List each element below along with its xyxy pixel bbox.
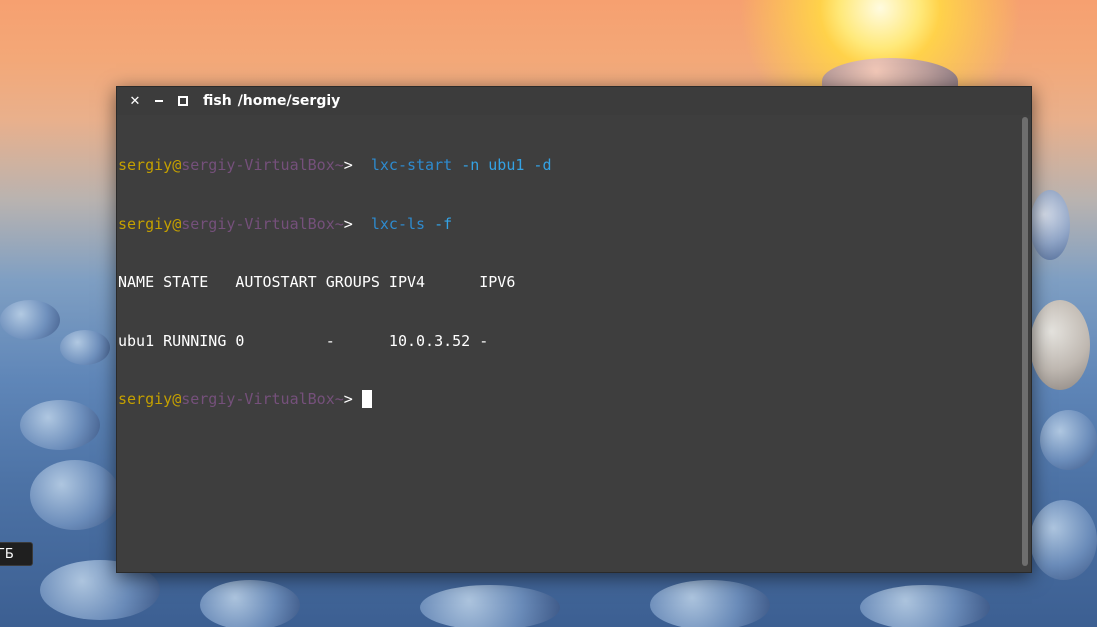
prompt-at: @: [172, 390, 182, 408]
pebble: [30, 460, 120, 530]
command-args: -f: [434, 214, 453, 233]
pebble: [60, 330, 110, 365]
pebble: [860, 585, 990, 627]
pebble: [200, 580, 300, 627]
titlebar[interactable]: ✕ fish/home/sergiy: [117, 87, 1031, 115]
prompt-symbol: >: [343, 156, 353, 174]
prompt-at: @: [172, 156, 182, 174]
window-title: fish/home/sergiy: [203, 93, 340, 109]
prompt-symbol: >: [343, 214, 353, 233]
terminal-line: sergiy@sergiy-VirtualBox~> lxc-start -n …: [118, 156, 1019, 176]
prompt-host: sergiy-VirtualBox: [181, 214, 335, 233]
taskbar-tag[interactable]: ГБ: [0, 542, 33, 566]
current-prompt-line[interactable]: sergiy@sergiy-VirtualBox~>: [118, 390, 1019, 410]
pebble: [1030, 300, 1090, 390]
close-icon[interactable]: ✕: [129, 94, 141, 109]
prompt-at: @: [172, 214, 182, 233]
prompt-user: sergiy: [118, 156, 173, 174]
prompt-tilde: ~: [334, 156, 344, 174]
command: lxc-ls: [370, 214, 426, 233]
window-title-app: fish: [203, 93, 232, 109]
prompt-tilde: ~: [334, 390, 344, 408]
pebble: [650, 580, 770, 627]
taskbar-tag-label: ГБ: [0, 547, 14, 562]
terminal-window[interactable]: ✕ fish/home/sergiy sergiy@sergiy-Virtual…: [116, 86, 1032, 573]
output-header: NAME STATE AUTOSTART GROUPS IPV4 IPV6: [118, 273, 516, 291]
pebble: [0, 300, 60, 340]
pebble: [1040, 410, 1097, 470]
terminal-line: sergiy@sergiy-VirtualBox~> lxc-ls -f: [118, 215, 1019, 235]
terminal-content[interactable]: sergiy@sergiy-VirtualBox~> lxc-start -n …: [117, 115, 1019, 572]
pebble: [420, 585, 560, 627]
command-args: -n ubu1 -d: [461, 156, 552, 174]
maximize-icon[interactable]: [177, 95, 189, 107]
pebble: [1030, 190, 1070, 260]
prompt-symbol: >: [343, 390, 353, 408]
scrollbar[interactable]: [1022, 117, 1028, 566]
prompt-tilde: ~: [334, 214, 344, 233]
pebble: [20, 400, 100, 450]
minimize-icon[interactable]: [153, 95, 165, 107]
prompt-user: sergiy: [118, 214, 173, 233]
prompt-host: sergiy-VirtualBox: [181, 390, 335, 408]
pebble: [1030, 500, 1097, 580]
prompt-user: sergiy: [118, 390, 173, 408]
window-title-path: /home/sergiy: [237, 93, 341, 109]
command: lxc-start: [370, 156, 453, 174]
prompt-host: sergiy-VirtualBox: [181, 156, 335, 174]
text-cursor: [361, 390, 372, 408]
output-row: ubu1 RUNNING 0 - 10.0.3.52 -: [118, 331, 489, 350]
